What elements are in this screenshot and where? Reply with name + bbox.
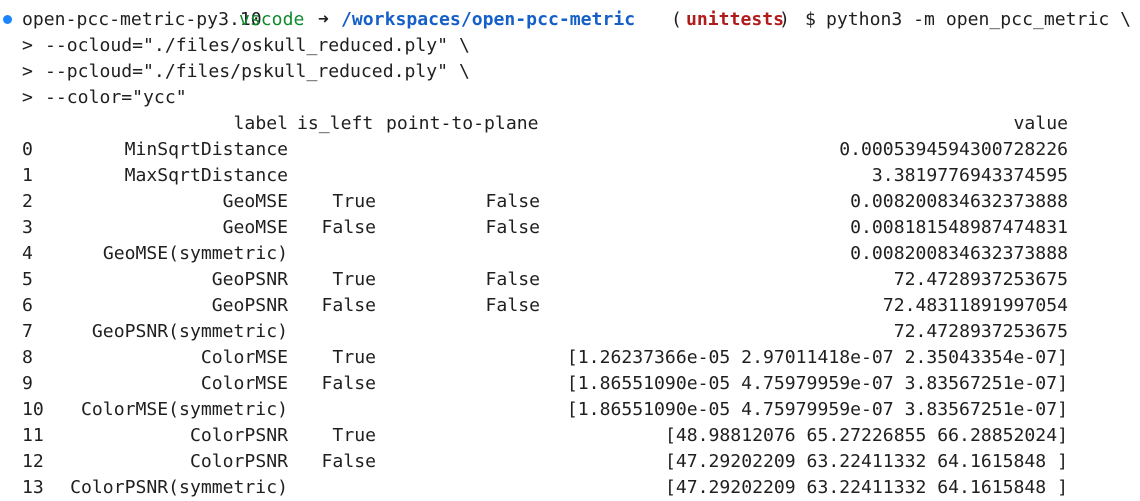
continuation-line: > --color="ycc" (0, 85, 187, 111)
table-row: 7 GeoPSNR(symmetric) 72.4728937253675 (0, 319, 1140, 345)
continuation-text: --color="ycc" (45, 87, 187, 108)
continuation-prompt: > (22, 35, 33, 56)
row-value: [1.86551090e-05 4.75979959e-07 3.8356725… (566, 373, 1068, 394)
table-row: 2 GeoMSE True False 0.008200834632373888 (0, 189, 1140, 215)
table-row: 3 GeoMSE False False 0.008181548987474831 (0, 215, 1140, 241)
table-row: 0 MinSqrtDistance 0.0005394594300728226 (0, 137, 1140, 163)
row-value: [1.26237366e-05 2.97011418e-07 2.3504335… (566, 347, 1068, 368)
header-point-to-plane: point-to-plane (386, 113, 539, 134)
header-value: value (1013, 113, 1068, 134)
continuation-line: > --pcloud="./files/pskull_reduced.ply" … (0, 59, 470, 85)
row-value: 72.4728937253675 (893, 321, 1068, 342)
row-value: 0.008181548987474831 (850, 217, 1068, 238)
row-value: [48.98812076 65.27226855 66.28852024] (664, 425, 1068, 446)
row-is-left: True (332, 347, 376, 368)
row-index: 11 (22, 425, 44, 446)
command-text: python3 -m open_pcc_metric \ (826, 9, 1132, 30)
continuation-text: --ocloud="./files/oskull_reduced.ply" \ (45, 35, 470, 56)
row-index: 2 (22, 191, 33, 212)
table-row: 4 GeoMSE(symmetric) 0.008200834632373888 (0, 241, 1140, 267)
table-row: 10 ColorMSE(symmetric) [1.86551090e-05 4.7… (0, 397, 1140, 423)
row-index: 10 (22, 399, 44, 420)
row-value: 72.4728937253675 (893, 269, 1068, 290)
row-index: 13 (22, 477, 44, 498)
prompt-cwd: /workspaces/open-pcc-metric (341, 9, 636, 30)
table-row: 9 ColorMSE False [1.86551090e-05 4.75979959… (0, 371, 1140, 397)
row-label: ColorPSNR (189, 425, 288, 446)
prompt-dollar: $ (805, 9, 816, 30)
row-index: 0 (22, 139, 33, 160)
prompt-env: open-pcc-metric-py3.10 (22, 9, 262, 30)
row-value: 72.48311891997054 (882, 295, 1068, 316)
table-row: 6 GeoPSNR False False 72.48311891997054 (0, 293, 1140, 319)
continuation-prompt: > (22, 87, 33, 108)
row-label: MaxSqrtDistance (124, 165, 288, 186)
row-label: ColorPSNR (189, 451, 288, 472)
prompt-branch: unittests (686, 9, 785, 30)
row-label: GeoPSNR (211, 295, 288, 316)
row-label: GeoMSE (222, 191, 288, 212)
row-is-left: False (321, 295, 376, 316)
continuation-text: --pcloud="./files/pskull_reduced.ply" \ (45, 61, 470, 82)
row-label: GeoPSNR (211, 269, 288, 290)
row-label: ColorMSE(symmetric) (81, 399, 288, 420)
row-label: GeoMSE (222, 217, 288, 238)
table-header: label is_left point-to-plane value (0, 111, 1140, 137)
row-value: 0.008200834632373888 (850, 191, 1068, 212)
row-point-to-plane: False (485, 217, 540, 238)
prompt-branch-close: ) (779, 9, 790, 30)
row-point-to-plane: False (485, 269, 540, 290)
command-status-dot-icon[interactable] (3, 15, 12, 24)
row-label: ColorPSNR(symmetric) (70, 477, 288, 498)
continuation-prompt: > (22, 61, 33, 82)
row-index: 12 (22, 451, 44, 472)
row-is-left: True (332, 269, 376, 290)
header-is-left: is_left (297, 113, 374, 134)
continuation-line: > --ocloud="./files/oskull_reduced.ply" … (0, 33, 470, 59)
prompt-user: vscode (239, 9, 305, 30)
table-row: 12 ColorPSNR False [47.29202209 63.22411332… (0, 449, 1140, 475)
row-index: 8 (22, 347, 33, 368)
row-is-left: True (332, 191, 376, 212)
row-index: 1 (22, 165, 33, 186)
row-is-left: False (321, 451, 376, 472)
prompt-branch-open: ( (671, 9, 682, 30)
row-value: 0.0005394594300728226 (839, 139, 1068, 160)
row-value: 3.3819776943374595 (871, 165, 1068, 186)
table-row: 13 ColorPSNR(symmetric) [47.29202209 63.22… (0, 475, 1140, 501)
row-point-to-plane: False (485, 191, 540, 212)
table-row: 5 GeoPSNR True False 72.4728937253675 (0, 267, 1140, 293)
row-is-left: True (332, 425, 376, 446)
row-value: 0.008200834632373888 (850, 243, 1068, 264)
row-index: 9 (22, 373, 33, 394)
row-index: 4 (22, 243, 33, 264)
terminal-output[interactable]: open-pcc-metric-py3.10 vscode ➜ /workspa… (0, 4, 1140, 498)
row-is-left: False (321, 373, 376, 394)
row-value: [47.29202209 63.22411332 64.1615848 ] (664, 477, 1068, 498)
row-value: [1.86551090e-05 4.75979959e-07 3.8356725… (566, 399, 1068, 420)
table-row: 8 ColorMSE True [1.26237366e-05 2.97011418e… (0, 345, 1140, 371)
row-index: 3 (22, 217, 33, 238)
table-row: 11 ColorPSNR True [48.98812076 65.27226855 … (0, 423, 1140, 449)
prompt-line: open-pcc-metric-py3.10 vscode ➜ /workspa… (0, 7, 1131, 33)
row-is-left: False (321, 217, 376, 238)
prompt-arrow-icon: ➜ (318, 9, 329, 30)
row-index: 5 (22, 269, 33, 290)
row-index: 7 (22, 321, 33, 342)
row-label: GeoMSE(symmetric) (102, 243, 288, 264)
row-label: MinSqrtDistance (124, 139, 288, 160)
row-label: ColorMSE (200, 347, 288, 368)
row-index: 6 (22, 295, 33, 316)
row-point-to-plane: False (485, 295, 540, 316)
header-label: label (233, 113, 288, 134)
row-label: ColorMSE (200, 373, 288, 394)
row-value: [47.29202209 63.22411332 64.1615848 ] (664, 451, 1068, 472)
row-label: GeoPSNR(symmetric) (91, 321, 288, 342)
table-row: 1 MaxSqrtDistance 3.3819776943374595 (0, 163, 1140, 189)
